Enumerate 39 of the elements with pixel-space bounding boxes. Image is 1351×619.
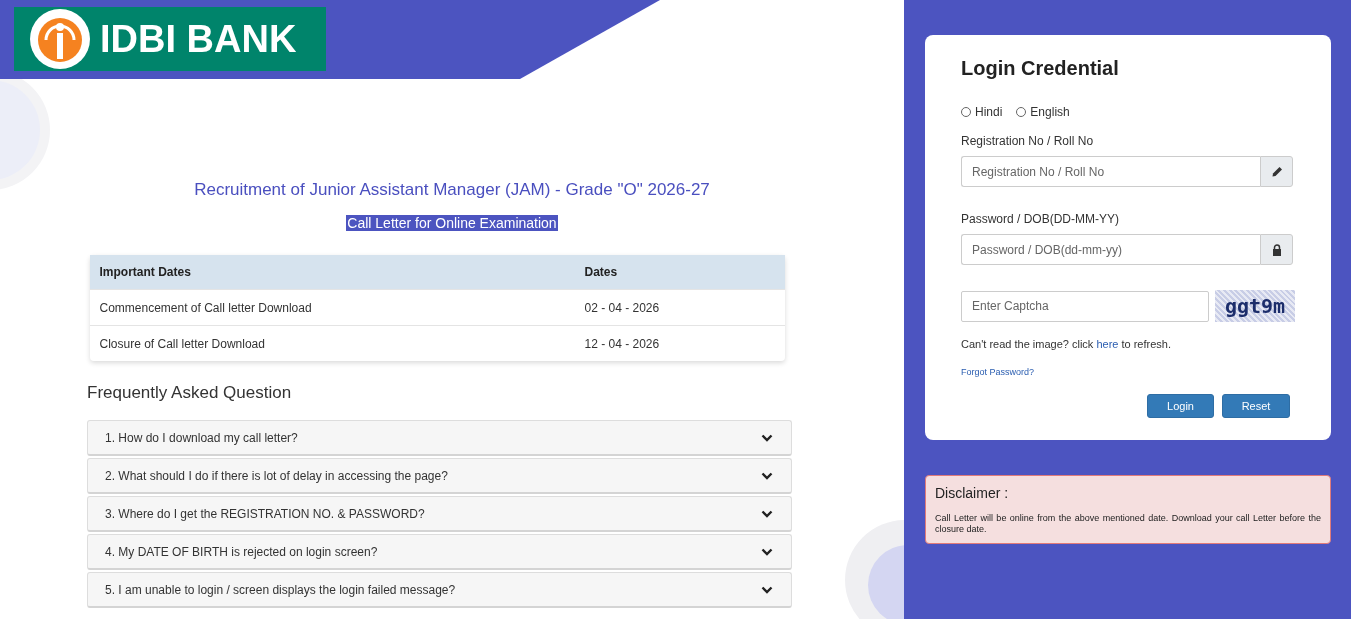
reset-button[interactable]: Reset <box>1222 394 1290 418</box>
refresh-note: Can't read the image? click here to refresh. <box>961 338 1172 350</box>
field-label: Password / DOB(DD-MM-YY) <box>961 212 1120 226</box>
table-cell: Commencement of Call letter Download <box>89 289 575 326</box>
card-title: Login Credential <box>961 57 1120 80</box>
table-cell: 02 - 04 - 2026 <box>574 289 785 326</box>
input-field[interactable]: Registration No / Roll No <box>961 156 1260 187</box>
radio-label[interactable]: Hindi <box>975 105 1003 119</box>
section-heading: Frequently Asked Question <box>87 383 293 403</box>
page-title: Recruitment of Junior Assistant Manager (JAM) - Grade "O" 2026-27 <box>194 180 710 200</box>
field-label: Registration No / Roll No <box>961 134 1095 148</box>
chevron-icon <box>761 584 773 595</box>
logo-emblem-icon <box>28 7 92 71</box>
chevron-icon <box>761 432 773 443</box>
faq-item[interactable]: 5. I am unable to login / screen displays the login failed message? <box>87 572 792 608</box>
faq-item[interactable]: 2. What should I do if there is lot of delay in accessing the page? <box>87 458 792 494</box>
chevron-icon <box>761 470 773 481</box>
captcha-image: ggt9m <box>1215 290 1295 322</box>
chevron-icon <box>761 546 773 557</box>
login-button[interactable]: Login <box>1147 394 1214 418</box>
table-cell: 12 - 04 - 2026 <box>574 325 785 361</box>
pencil-icon <box>1270 165 1283 178</box>
column-header: Important Dates <box>89 255 575 290</box>
faq-item[interactable]: 4. My DATE OF BIRTH is rejected on login screen? <box>87 534 792 570</box>
chevron-icon <box>761 508 773 519</box>
page-subtitle: Call Letter for Online Examination <box>346 215 558 231</box>
captcha-field[interactable]: Enter Captcha <box>961 290 1209 322</box>
input-field[interactable]: Password / DOB(dd-mm-yy) <box>961 234 1260 265</box>
logo-text: IDBI BANK <box>100 17 297 61</box>
disclaimer-title: Disclaimer : <box>935 485 1010 501</box>
forgot-password-link[interactable]: Forgot Password? <box>961 367 1035 377</box>
table-cell: Closure of Call letter Download <box>89 325 575 361</box>
refresh-link[interactable]: here <box>1096 338 1119 350</box>
column-header: Dates <box>574 255 785 290</box>
disclaimer-text: Call Letter will be online from the above mentioned date. Download your call Letter before the closure date. <box>935 513 1321 536</box>
radio-label[interactable]: English <box>1030 105 1070 119</box>
faq-item[interactable]: 1. How do I download my call letter? <box>87 420 792 456</box>
faq-item[interactable]: 3. Where do I get the REGISTRATION NO. & PASSWORD? <box>87 496 792 532</box>
lock-icon <box>1270 243 1283 256</box>
